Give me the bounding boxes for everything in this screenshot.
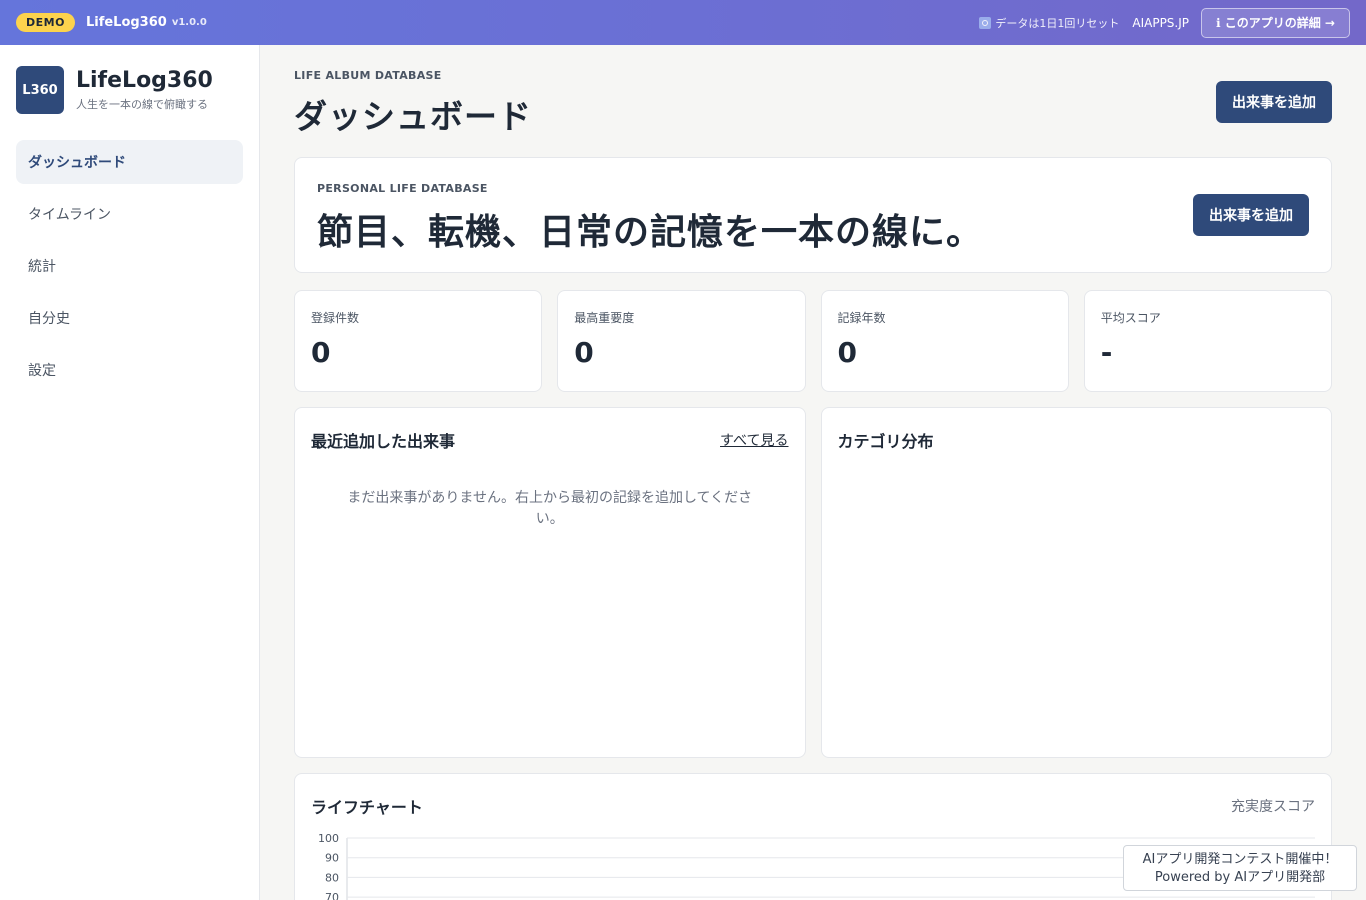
page-header: LIFE ALBUM DATABASE ダッシュボード 出来事を追加 — [294, 45, 1332, 157]
stat-value: 0 — [311, 336, 331, 369]
page-eyebrow: LIFE ALBUM DATABASE — [294, 69, 442, 82]
reset-note: データは1日1回リセット — [979, 15, 1119, 31]
panels-row: 最近追加した出来事 すべて見る まだ出来事がありません。右上から最初の記録を追加… — [294, 407, 1332, 758]
sidebar-item-timeline[interactable]: タイムライン — [16, 192, 243, 236]
y-tick-label: 70 — [325, 891, 339, 900]
category-distribution-panel: カテゴリ分布 — [820, 407, 1332, 758]
panel-header: 最近追加した出来事 すべて見る — [311, 428, 789, 452]
stat-value: 0 — [574, 336, 594, 369]
stat-card-average-score: 平均スコア - — [1083, 290, 1332, 392]
stat-card-max-importance: 最高重要度 0 — [557, 290, 806, 392]
contest-line-2: Powered by AIアプリ開発部 — [1154, 870, 1326, 885]
about-app-button[interactable]: ℹ このアプリの詳細 → — [1201, 7, 1350, 38]
brand-subtitle: 人生を一本の線で俯瞰する — [76, 98, 208, 111]
hero-eyebrow: PERSONAL LIFE DATABASE — [317, 182, 488, 195]
site-link[interactable]: AIAPPS.JP — [1132, 16, 1189, 30]
app-name: LifeLog360 — [85, 15, 167, 30]
hero-title: 節目、転機、日常の記憶を一本の線に。 — [317, 212, 984, 253]
recent-events-panel: 最近追加した出来事 すべて見る まだ出来事がありません。右上から最初の記録を追加… — [294, 407, 806, 758]
topbar-right: データは1日1回リセット AIAPPS.JP ℹ このアプリの詳細 → — [979, 7, 1350, 38]
hero-add-event-button[interactable]: 出来事を追加 — [1193, 194, 1309, 236]
add-event-button[interactable]: 出来事を追加 — [1216, 81, 1332, 123]
recent-events-title: 最近追加した出来事 — [311, 432, 456, 451]
y-tick-label: 90 — [325, 852, 339, 865]
contest-banner[interactable]: AIアプリ開発コンテスト開催中！ Powered by AIアプリ開発部 — [1123, 845, 1357, 891]
page-title: ダッシュボード — [294, 97, 532, 136]
refresh-icon — [979, 16, 992, 29]
contest-line-1: AIアプリ開発コンテスト開催中！ — [1142, 852, 1338, 867]
sidebar-item-dashboard[interactable]: ダッシュボード — [16, 140, 243, 184]
demo-badge: DEMO — [16, 13, 75, 32]
app-logo: L360 — [16, 66, 64, 114]
sidebar-item-stats[interactable]: 統計 — [16, 244, 243, 288]
brand-title: LifeLog360 — [76, 68, 213, 93]
brand[interactable]: L360 LifeLog360 人生を一本の線で俯瞰する — [16, 66, 243, 114]
y-tick-label: 80 — [325, 871, 339, 884]
see-all-link[interactable]: すべて見る — [720, 430, 788, 450]
sidebar: L360 LifeLog360 人生を一本の線で俯瞰する ダッシュボード タイム… — [0, 45, 260, 900]
life-chart-title: ライフチャート — [311, 798, 423, 817]
sidebar-item-settings[interactable]: 設定 — [16, 348, 243, 392]
stat-card-count: 登録件数 0 — [294, 290, 543, 392]
panel-header: カテゴリ分布 — [838, 428, 1316, 452]
sidebar-nav: ダッシュボード タイムライン 統計 自分史 設定 — [16, 140, 243, 392]
y-tick-label: 100 — [318, 832, 339, 845]
app-version: v1.0.0 — [171, 17, 207, 28]
life-chart-subtitle: 充実度スコア — [1231, 799, 1315, 815]
stat-label: 登録件数 — [311, 311, 360, 325]
demo-topbar: DEMO LifeLog360 v1.0.0 データは1日1回リセット AIAP… — [0, 0, 1366, 45]
stat-card-years: 記録年数 0 — [820, 290, 1069, 392]
reset-note-text: データは1日1回リセット — [995, 16, 1120, 30]
sidebar-item-autobiography[interactable]: 自分史 — [16, 296, 243, 340]
main-content: LIFE ALBUM DATABASE ダッシュボード 出来事を追加 PERSO… — [294, 45, 1332, 900]
stat-label: 記録年数 — [837, 311, 886, 325]
empty-state-message: まだ出来事がありません。右上から最初の記録を追加してください。 — [347, 490, 753, 527]
hero-card: PERSONAL LIFE DATABASE 節目、転機、日常の記憶を一本の線に… — [294, 157, 1332, 273]
category-distribution-title: カテゴリ分布 — [837, 432, 934, 451]
stat-value: 0 — [837, 336, 857, 369]
stats-row: 登録件数 0 最高重要度 0 記録年数 0 平均スコア - — [294, 290, 1332, 392]
brand-text: LifeLog360 人生を一本の線で俯瞰する — [76, 68, 213, 112]
stat-label: 平均スコア — [1100, 311, 1161, 325]
stat-value: - — [1100, 336, 1113, 369]
stat-label: 最高重要度 — [574, 311, 635, 325]
panel-header: ライフチャート 充実度スコア — [311, 794, 1315, 818]
